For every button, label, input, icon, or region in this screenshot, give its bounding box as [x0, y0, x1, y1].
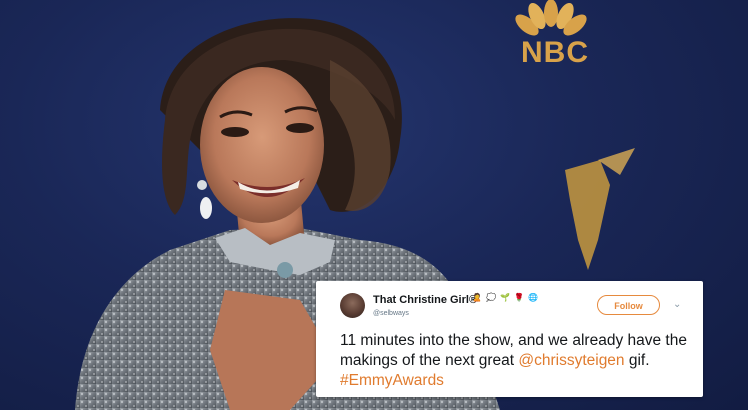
emoji-person-icon: 🙎 [472, 293, 482, 302]
tweet-text-mid: gif. [624, 352, 650, 369]
emoji-seedling-icon: 🌱 [500, 293, 510, 302]
nbc-peacock-logo [515, 0, 587, 36]
earring-top [197, 180, 207, 190]
emoji-rose-icon: 🌹 [514, 293, 524, 302]
follow-button[interactable]: Follow [597, 295, 660, 315]
left-eye [221, 127, 249, 137]
right-eye [286, 123, 314, 133]
embedded-tweet-card[interactable]: That Christine Girl® 🙎 💭 🌱 🌹 🌐 @selbways… [316, 281, 703, 397]
display-name-text[interactable]: That Christine Girl [373, 294, 469, 306]
collar-jewel [277, 262, 293, 278]
emoji-globe-icon: 🌐 [528, 293, 538, 302]
earring-drop [200, 197, 212, 219]
tweet-text: 11 minutes into the show, and we already… [340, 331, 690, 391]
nbc-logo-text: NBC [521, 36, 589, 69]
avatar[interactable] [340, 293, 365, 318]
tweet-display-name[interactable]: That Christine Girl® [373, 294, 477, 306]
name-emoji-row: 🙎 💭 🌱 🌹 🌐 [471, 292, 539, 304]
tweet-handle[interactable]: @selbways [373, 310, 409, 317]
emmy-statue-decoration [565, 148, 635, 270]
face [200, 67, 324, 223]
emoji-thought-bubble-icon: 💭 [486, 293, 496, 302]
hashtag-link[interactable]: #EmmyAwards [340, 372, 444, 389]
chevron-down-icon[interactable]: ⌄ [673, 299, 681, 310]
mention-link[interactable]: @chrissyteigen [518, 352, 624, 369]
